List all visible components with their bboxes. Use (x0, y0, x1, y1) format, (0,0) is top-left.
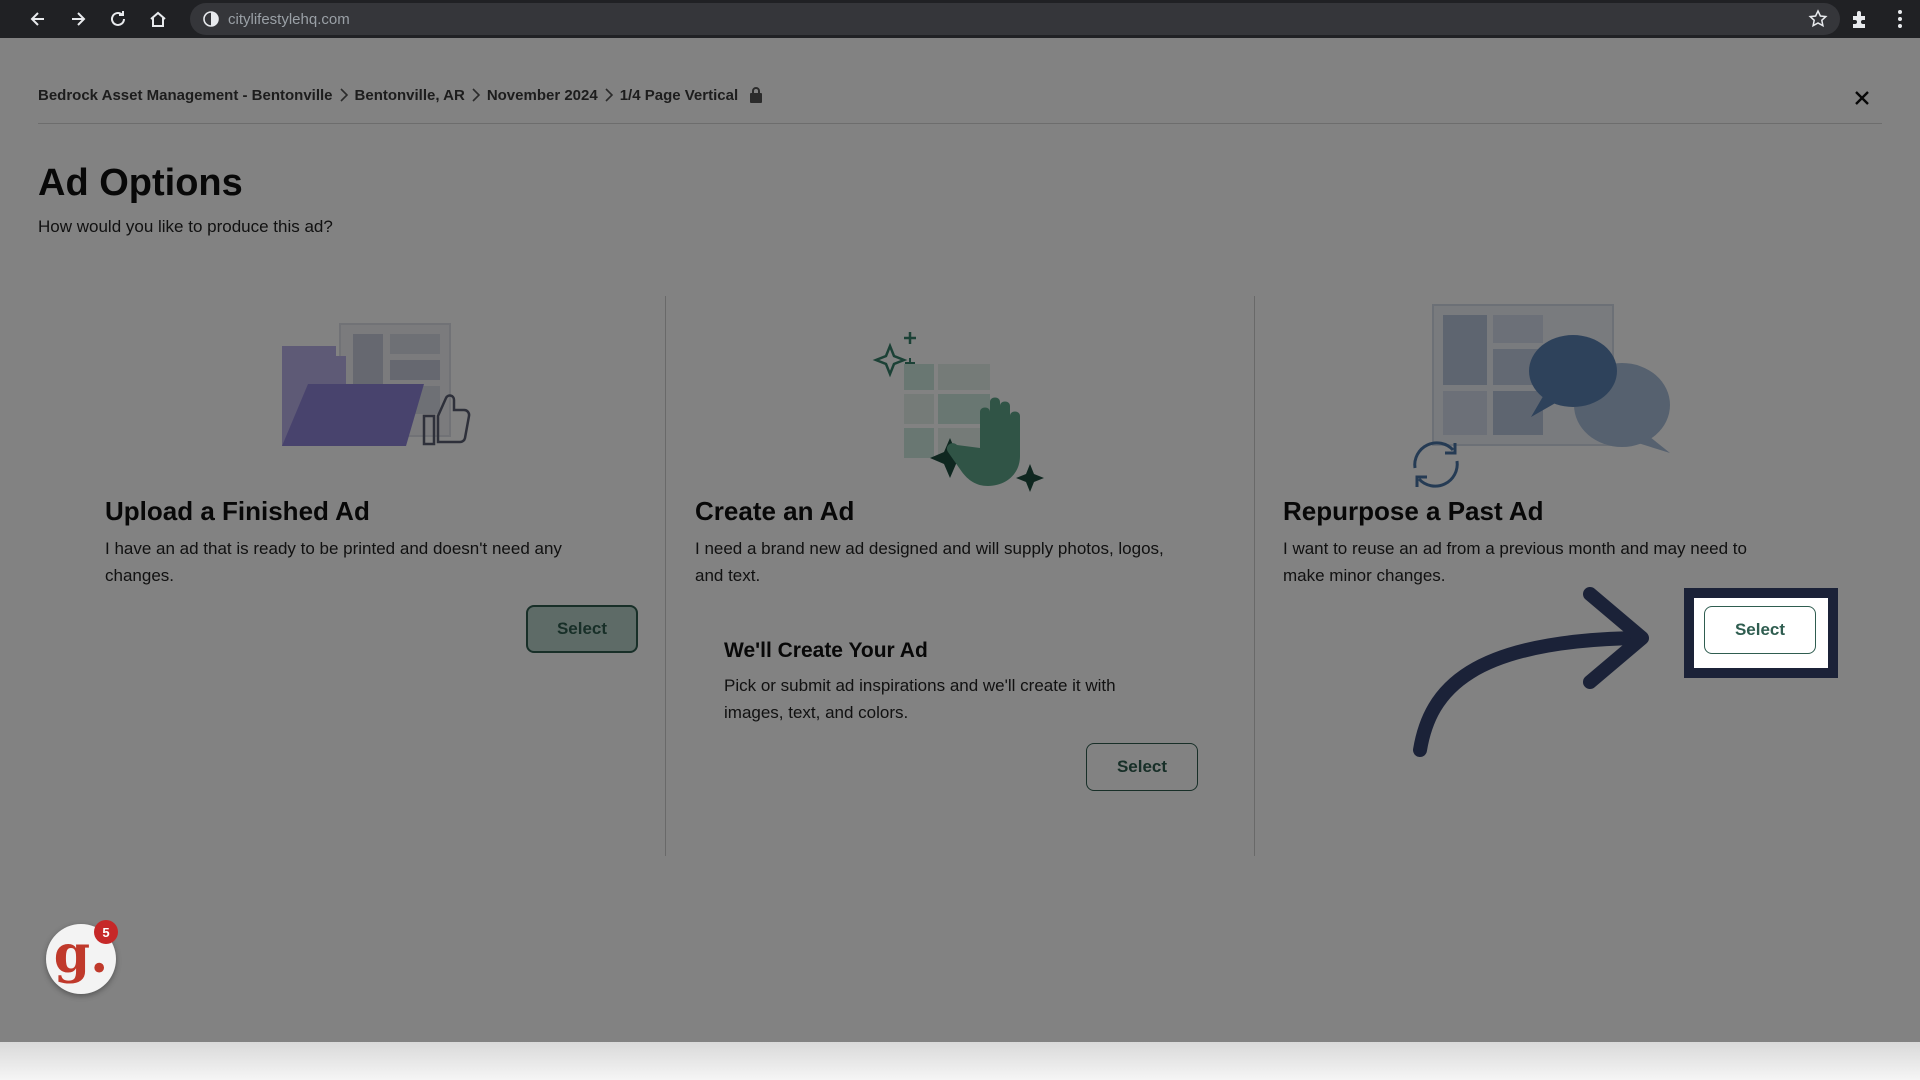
home-icon[interactable] (138, 0, 178, 38)
breadcrumb-item-issue[interactable]: November 2024 (487, 87, 598, 104)
breadcrumb-item-ad-size: 1/4 Page Vertical (619, 86, 739, 104)
folder-thumbs-up-illustration (282, 323, 471, 446)
upload-ad-select-button[interactable]: Select (526, 605, 638, 653)
well-create-your-ad-title: We'll Create Your Ad (724, 639, 928, 662)
upload-ad-description: I have an ad that is ready to be printed… (105, 535, 562, 589)
chevron-right-icon (605, 88, 613, 102)
well-create-your-ad-description: Pick or submit ad inspirations and we'll… (724, 672, 1116, 726)
extensions-icon[interactable] (1840, 0, 1880, 38)
repurpose-ad-title: Repurpose a Past Ad (1283, 496, 1544, 526)
back-arrow-icon[interactable] (18, 0, 58, 38)
forward-arrow-icon[interactable] (58, 0, 98, 38)
description-line: Pick or submit ad inspirations and we'll… (724, 676, 1116, 695)
header-divider (38, 123, 1882, 124)
chevron-right-icon (339, 88, 348, 102)
bookmark-star-icon[interactable] (1808, 9, 1828, 29)
page-title: Ad Options (38, 162, 243, 204)
chat-widget-button[interactable]: g. 5 (46, 920, 118, 994)
url-text[interactable]: citylifestylehq.com (228, 11, 350, 28)
upload-ad-title: Upload a Finished Ad (105, 496, 370, 526)
repurpose-chat-illustration (1413, 304, 1670, 488)
breadcrumb-item-advertiser[interactable]: Bedrock Asset Management - Bentonville (38, 87, 333, 104)
breadcrumb-item-market[interactable]: Bentonville, AR (355, 87, 465, 104)
page-bottom-edge (0, 1042, 1920, 1080)
browser-toolbar: citylifestylehq.com (0, 0, 1920, 38)
description-line: I have an ad that is ready to be printed… (105, 539, 562, 558)
address-bar[interactable]: citylifestylehq.com (190, 3, 1840, 35)
description-line: and text. (695, 566, 761, 585)
lock-icon (750, 87, 763, 103)
repurpose-ad-select-button[interactable]: Select (1704, 606, 1816, 654)
reload-icon[interactable] (98, 0, 138, 38)
close-icon[interactable] (1848, 84, 1876, 112)
column-divider (1254, 296, 1255, 856)
chevron-right-icon (472, 88, 480, 102)
description-line: changes. (105, 566, 174, 585)
description-line: images, text, and colors. (724, 703, 909, 722)
column-divider (665, 296, 666, 856)
page-subtitle: How would you like to produce this ad? (38, 217, 333, 236)
pointer-arrow-icon (1413, 587, 1649, 757)
create-ad-description: I need a brand new ad designed and will … (695, 535, 1164, 589)
ad-options-page: Bedrock Asset Management - Bentonville B… (0, 38, 1920, 1042)
highlight-frame: Select (1684, 588, 1838, 678)
notification-badge: 5 (94, 920, 118, 944)
create-ad-title: Create an Ad (695, 496, 855, 526)
description-line: I need a brand new ad designed and will … (695, 539, 1164, 558)
site-info-icon[interactable] (202, 10, 220, 28)
kebab-menu-icon[interactable] (1880, 0, 1920, 38)
sparkle-hand-illustration (872, 332, 1044, 492)
description-line: I want to reuse an ad from a previous mo… (1283, 539, 1747, 558)
breadcrumb: Bedrock Asset Management - Bentonville B… (38, 86, 764, 104)
well-create-your-ad-select-button[interactable]: Select (1086, 743, 1198, 791)
